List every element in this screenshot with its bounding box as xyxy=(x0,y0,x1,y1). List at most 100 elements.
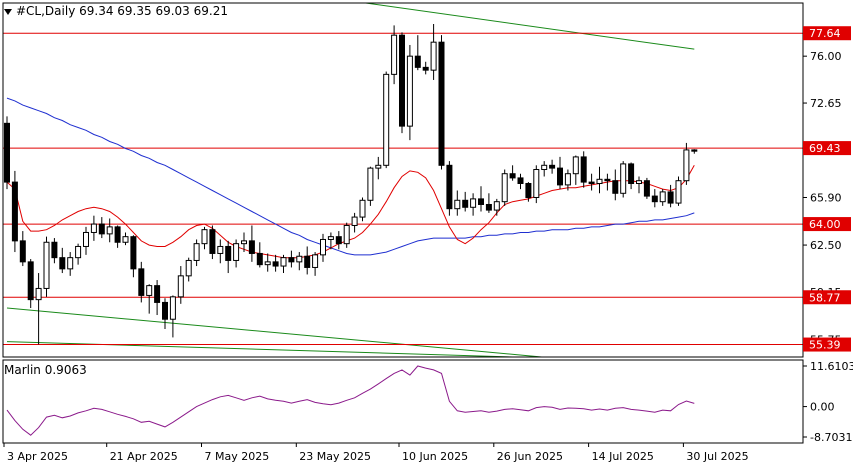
candle-body xyxy=(320,238,326,256)
candle-body xyxy=(501,173,508,203)
candle-body xyxy=(620,163,627,194)
candle-body xyxy=(35,287,42,301)
candle-body xyxy=(27,261,34,301)
candle-body xyxy=(43,241,50,289)
price-tick-label: 76.00 xyxy=(810,50,842,63)
candle-body xyxy=(248,240,255,254)
candle[interactable] xyxy=(343,222,350,248)
candle-body xyxy=(4,122,10,183)
candle-body xyxy=(193,243,200,261)
candle-body xyxy=(106,226,113,235)
candle[interactable] xyxy=(11,170,18,253)
candle-body xyxy=(549,164,556,169)
candle-body xyxy=(454,199,461,210)
time-tick-label: 7 May 2025 xyxy=(205,450,270,463)
candle[interactable] xyxy=(438,35,445,170)
candle-body xyxy=(343,224,350,245)
candle-body xyxy=(256,252,263,266)
candle-body xyxy=(335,236,342,245)
level-label-1: 69.43 xyxy=(809,142,841,155)
candle-body xyxy=(517,177,524,184)
candle[interactable] xyxy=(43,236,50,297)
candle-body xyxy=(659,191,666,203)
level-label-2: 64.00 xyxy=(809,218,841,231)
candle-body xyxy=(478,198,484,205)
candle-body xyxy=(414,55,421,68)
candle-body xyxy=(675,180,682,204)
candle-body xyxy=(51,241,58,259)
candle-body xyxy=(98,223,105,235)
candle-body xyxy=(485,203,492,211)
candle-body xyxy=(651,195,658,203)
candle[interactable] xyxy=(675,176,682,206)
candle-body xyxy=(304,255,311,268)
candle-body xyxy=(572,156,579,175)
candle-body xyxy=(533,169,540,198)
candle-body xyxy=(233,243,240,261)
candle-body xyxy=(201,229,208,245)
candle-body xyxy=(430,41,437,71)
dropdown-arrow-icon[interactable] xyxy=(4,8,12,15)
price-tick-label: 72.65 xyxy=(810,97,842,110)
candle-body xyxy=(596,178,603,184)
candle-body xyxy=(470,198,477,208)
candle-body xyxy=(185,259,192,277)
candle-body xyxy=(438,41,445,166)
candle-body xyxy=(114,226,121,243)
candle-body xyxy=(11,181,18,242)
candle[interactable] xyxy=(533,165,540,204)
candle-body xyxy=(367,167,374,201)
indicator-title: Marlin 0.9063 xyxy=(4,363,87,377)
candle[interactable] xyxy=(580,151,587,188)
candle-body xyxy=(296,255,303,263)
indicator-tick-label: -8.7031 xyxy=(810,431,852,444)
candle[interactable] xyxy=(501,169,508,206)
candle-body xyxy=(588,181,595,184)
candle-body xyxy=(130,236,137,270)
candle-body xyxy=(162,301,168,320)
candle-body xyxy=(557,167,563,186)
candle-body xyxy=(541,164,548,171)
candle-body xyxy=(446,164,453,210)
time-tick-label: 21 Apr 2025 xyxy=(110,450,178,463)
candle[interactable] xyxy=(4,116,10,190)
candle[interactable] xyxy=(367,166,374,206)
candle-body xyxy=(383,73,390,166)
time-tick-label: 3 Apr 2025 xyxy=(7,450,68,463)
candle-body xyxy=(351,216,358,226)
candle-body xyxy=(19,240,26,263)
candle-body xyxy=(327,236,334,240)
indicator-tick-label: 11.6103 xyxy=(810,360,853,373)
time-tick-label: 23 May 2025 xyxy=(299,450,371,463)
candle[interactable] xyxy=(383,71,390,169)
candle-body xyxy=(691,149,698,152)
candle[interactable] xyxy=(399,32,405,134)
candle-body xyxy=(90,223,97,233)
candle-body xyxy=(177,275,184,298)
price-tick-label: 65.90 xyxy=(810,191,842,204)
candle-body xyxy=(406,55,413,127)
candle-body xyxy=(493,201,500,211)
candle[interactable] xyxy=(643,177,650,199)
candle-body xyxy=(375,164,382,169)
candle-body xyxy=(628,163,635,184)
candle-body xyxy=(138,268,145,296)
candle-body xyxy=(67,257,74,270)
price-chart[interactable]: 76.0072.6565.9062.5059.1555.7577.6469.43… xyxy=(0,0,853,467)
candle[interactable] xyxy=(446,161,453,216)
candle-body xyxy=(217,245,224,254)
indicator-tick-label: 0.00 xyxy=(810,401,835,414)
time-tick-label: 26 Jun 2025 xyxy=(497,450,563,463)
candle-body xyxy=(264,261,271,266)
candle-body xyxy=(564,173,571,186)
symbol-line: #CL,Daily 69.34 69.35 69.03 69.21 xyxy=(16,4,228,18)
candle-body xyxy=(391,34,398,75)
candle[interactable] xyxy=(406,44,413,141)
candle[interactable] xyxy=(620,161,627,198)
level-label-3: 58.77 xyxy=(809,291,841,304)
candle-body xyxy=(83,231,89,247)
candle-body xyxy=(612,180,619,194)
candle-body xyxy=(59,257,66,270)
candle-body xyxy=(525,182,532,198)
candle-body xyxy=(509,173,516,179)
